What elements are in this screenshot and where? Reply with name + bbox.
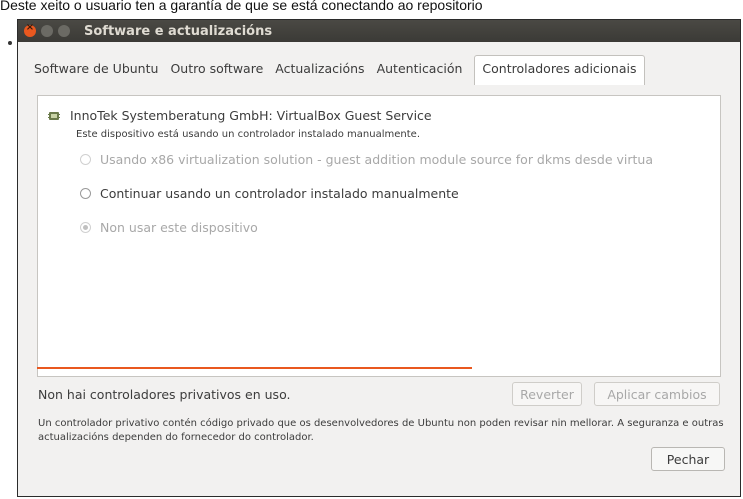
close-icon: × <box>25 22 35 33</box>
apply-changes-button[interactable]: Aplicar cambios <box>594 382 720 406</box>
option-label: Usando x86 virtualization solution - gue… <box>100 152 653 167</box>
bullet-dot <box>8 41 12 45</box>
window-title: Software e actualizacións <box>84 23 273 39</box>
maximize-window-button[interactable] <box>58 25 70 37</box>
device-name: InnoTek Systemberatung GmbH: VirtualBox … <box>70 108 432 123</box>
option-label: Non usar este dispositivo <box>100 220 258 235</box>
option-label: Continuar usando un controlador instalad… <box>100 186 459 201</box>
chip-icon <box>48 111 60 120</box>
option-do-not-use-device[interactable]: Non usar este dispositivo <box>80 220 258 235</box>
titlebar: × Software e actualizacións <box>18 20 740 42</box>
page-caption: Deste xeito o usuario ten a garantía de … <box>0 0 483 13</box>
device-header: InnoTek Systemberatung GmbH: VirtualBox … <box>48 108 432 123</box>
tab-software-ubuntu[interactable]: Software de Ubuntu <box>28 55 164 83</box>
tab-bar: Software de Ubuntu Outro software Actual… <box>28 55 645 85</box>
drivers-status-text: Non hai controladores privativos en uso. <box>38 387 291 402</box>
tab-updates[interactable]: Actualizacións <box>269 55 370 83</box>
minimize-window-button[interactable] <box>41 25 53 37</box>
drivers-panel: InnoTek Systemberatung GmbH: VirtualBox … <box>37 95 721 377</box>
tab-authentication[interactable]: Autenticación <box>371 55 469 83</box>
radio-button[interactable] <box>80 188 91 199</box>
close-button[interactable]: Pechar <box>651 447 725 471</box>
progress-fill <box>37 367 472 369</box>
close-window-button[interactable]: × <box>24 22 36 37</box>
option-use-x86-driver[interactable]: Usando x86 virtualization solution - gue… <box>80 152 653 167</box>
option-continue-manual-driver[interactable]: Continuar usando un controlador instalad… <box>80 186 459 201</box>
device-status: Este dispositivo está usando un controla… <box>76 129 420 140</box>
software-updates-window: × Software e actualizacións Software de … <box>17 19 741 497</box>
proprietary-driver-note: Un controlador privativo contén código p… <box>38 418 724 443</box>
radio-button[interactable] <box>80 154 91 165</box>
radio-button-checked[interactable] <box>80 222 91 233</box>
revert-button[interactable]: Reverter <box>512 382 582 406</box>
tab-other-software[interactable]: Outro software <box>164 55 269 83</box>
progress-bar <box>37 367 567 369</box>
tab-additional-drivers[interactable]: Controladores adicionais <box>474 55 645 85</box>
